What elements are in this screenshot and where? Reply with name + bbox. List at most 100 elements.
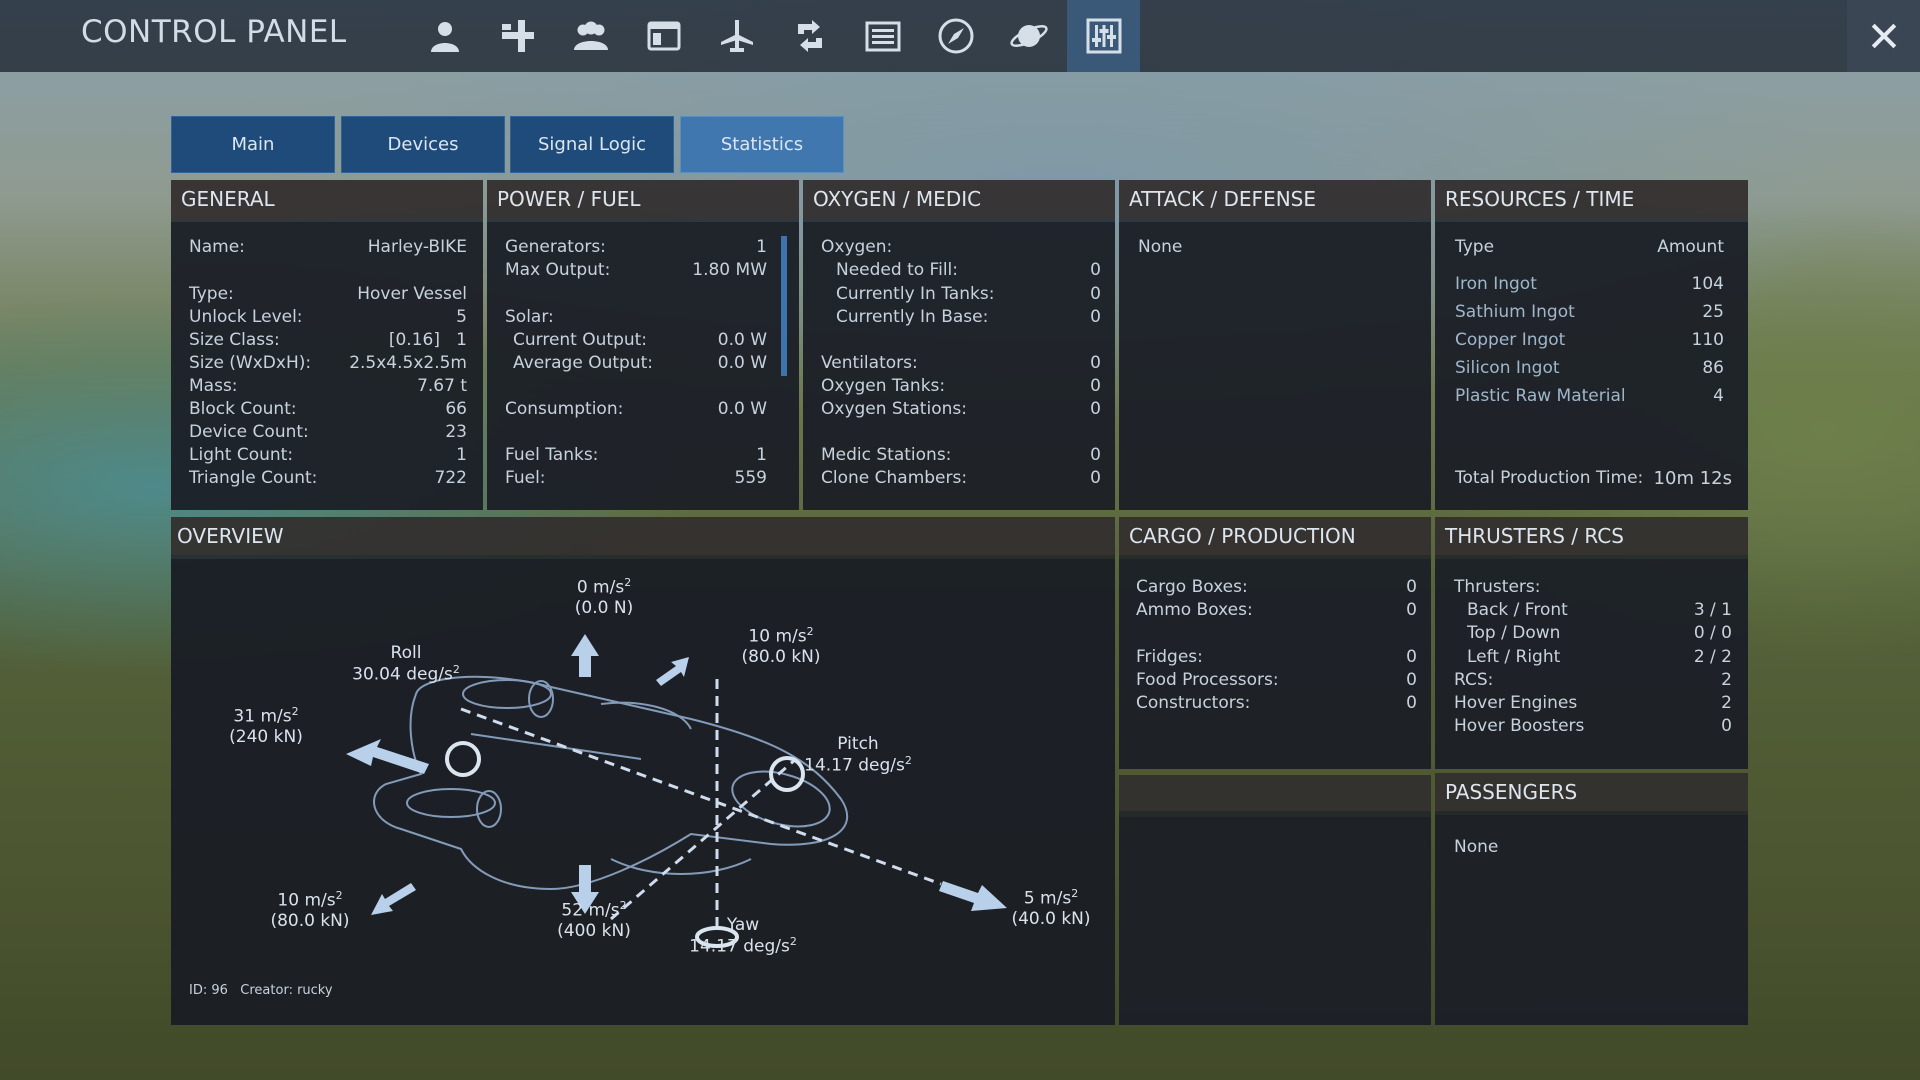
resources-time-title: RESOURCES / TIME [1435,180,1748,218]
passengers-panel: PASSENGERS None [1435,773,1748,1025]
passengers-title: PASSENGERS [1435,773,1748,811]
oxygen-medic-body: Oxygen: Needed to Fill: 0 Currently In Ta… [803,222,1115,510]
cargo-production-title: CARGO / PRODUCTION [1119,517,1431,555]
resource-item: Sathium Ingot 25 [1455,302,1724,322]
vessel-diagram [346,634,1007,948]
overview-title: OVERVIEW [171,517,1115,555]
tab-devices[interactable]: Devices [341,116,505,173]
left-thrust-label: 31 m/s2 (240 kN) [229,705,303,747]
power-fuel-title: POWER / FUEL [487,180,799,218]
thrusters-rcs-panel: THRUSTERS / RCS Thrusters: Back / Front 3… [1435,517,1748,769]
power-row: Current Output: 0.0 W [513,330,767,350]
passengers-body: None [1435,815,1748,1025]
cargo-row: Fridges: 0 [1136,647,1417,667]
window-icon[interactable] [627,0,700,72]
tab-signal-logic[interactable]: Signal Logic [510,116,674,173]
power-row: Generators: 1 [505,237,767,257]
power-row: Fuel: 559 [505,468,767,488]
general-row: Size Class: [0.16] 1 [189,330,467,350]
oxygen-medic-panel: OXYGEN / MEDIC Oxygen: Needed to Fill: 0 … [803,180,1115,510]
general-body: Name: Harley-BIKE Type: Hover Vessel Unloc… [171,222,483,510]
down-thrust-label: 52 m/s2 (400 kN) [557,899,631,941]
aircraft-icon[interactable] [700,0,773,72]
cargo-production-body: Cargo Boxes: 0 Ammo Boxes: 0 Fridges: 0 Foo… [1119,559,1431,769]
general-row: Triangle Count: 722 [189,468,467,488]
roll-label: Roll 30.04 deg/s2 [352,643,460,685]
oxygen-row: Ventilators: 0 [821,353,1101,373]
power-fuel-panel: POWER / FUEL Generators: 1 Max Output: 1.8… [487,180,799,510]
power-row: Solar: [505,307,554,327]
power-row: Average Output: 0.0 W [513,353,767,373]
back-thrust-label: 10 m/s2 (80.0 kN) [270,889,350,931]
power-row: Consumption: 0.0 W [505,399,767,419]
resources-time-body: Type Amount Iron Ingot 104 Sathium Ingot 25… [1435,222,1748,510]
oxygen-row: Medic Stations: 0 [821,445,1101,465]
general-row: Type: Hover Vessel [189,284,467,304]
resource-item: Plastic Raw Material 4 [1455,386,1724,406]
thruster-row: Left / Right 2 / 2 [1467,647,1732,667]
oxygen-row: Oxygen: [821,237,893,257]
thrusters-rcs-body: Thrusters: Back / Front 3 / 1 Top / Down 0… [1435,559,1748,769]
attack-defense-panel: ATTACK / DEFENSE None [1119,180,1431,510]
thruster-row: Top / Down 0 / 0 [1467,623,1732,643]
power-fuel-body: Generators: 1 Max Output: 1.80 MW Solar: C… [487,222,799,510]
power-row: Fuel Tanks: 1 [505,445,767,465]
oxygen-row: Oxygen Stations: 0 [821,399,1101,419]
yaw-label: Yaw 14.17 deg/s2 [689,915,797,957]
thruster-row: Thrusters: [1454,577,1541,597]
attack-defense-value: None [1138,237,1183,257]
tab-statistics[interactable]: Statistics [680,116,844,173]
general-title: GENERAL [171,180,483,218]
pitch-label: Pitch 14.17 deg/s2 [804,734,912,776]
empty-panel-body [1119,817,1431,1025]
structure-icon[interactable] [481,0,554,72]
empty-panel [1119,775,1431,1025]
oxygen-medic-title: OXYGEN / MEDIC [803,180,1115,218]
thruster-row: Hover Boosters 0 [1454,716,1732,736]
overview-body: 0 m/s2 (0.0 N) 10 m/s2 (80.0 kN) Roll 30.04… [171,559,1115,1025]
general-row: Name: Harley-BIKE [189,237,467,257]
cargo-row: Cargo Boxes: 0 [1136,577,1417,597]
app-title: CONTROL PANEL [81,14,347,50]
resource-item: Iron Ingot 104 [1455,274,1724,294]
close-button[interactable] [1847,0,1920,72]
empty-panel-header [1119,775,1431,811]
thruster-row: Back / Front 3 / 1 [1467,600,1732,620]
player-icon[interactable] [408,0,481,72]
cargo-row: Food Processors: 0 [1136,670,1417,690]
general-row: Unlock Level: 5 [189,307,467,327]
resource-item: Silicon Ingot 86 [1455,358,1724,378]
resources-time-panel: RESOURCES / TIME Type Amount Iron Ingot 10… [1435,180,1748,510]
general-row: Device Count: 23 [189,422,467,442]
up-thrust-label: 0 m/s2 (0.0 N) [574,576,634,618]
resources-header: Type Amount [1455,237,1724,257]
control-panel-icon[interactable] [1067,0,1140,72]
resource-item: Copper Ingot 110 [1455,330,1724,350]
overview-panel: OVERVIEW 0 m/s2 (0.0 N) 10 m/s2 (80.0 kN… [171,517,1115,1025]
group-icon[interactable] [554,0,627,72]
swap-icon[interactable] [773,0,846,72]
general-row: Size (WxDxH): 2.5x4.5x2.5m [189,353,467,373]
right-thrust-label: 5 m/s2 (40.0 kN) [1011,887,1091,929]
oxygen-row: Needed to Fill: 0 [836,260,1101,280]
oxygen-row: Currently In Tanks: 0 [836,284,1101,304]
planet-icon[interactable] [992,0,1065,72]
top-bar: CONTROL PANEL [0,0,1920,72]
vessel-id-creator: ID: 96 Creator: rucky [189,983,333,998]
oxygen-row: Clone Chambers: 0 [821,468,1101,488]
general-row: Block Count: 66 [189,399,467,419]
thruster-row: RCS: 2 [1454,670,1732,690]
list-icon[interactable] [846,0,919,72]
close-icon [1871,23,1896,49]
forward-thrust-label: 10 m/s2 (80.0 kN) [741,625,821,667]
power-scrollbar[interactable] [781,236,787,376]
cargo-row: Ammo Boxes: 0 [1136,600,1417,620]
tab-main[interactable]: Main [171,116,335,173]
attack-defense-body: None [1119,222,1431,510]
general-row: Mass: 7.67 t [189,376,467,396]
power-row: Max Output: 1.80 MW [505,260,767,280]
general-row: Light Count: 1 [189,445,467,465]
passengers-value: None [1454,837,1499,857]
compass-icon[interactable] [919,0,992,72]
general-panel: GENERAL Name: Harley-BIKE Type: Hover Vess… [171,180,483,510]
